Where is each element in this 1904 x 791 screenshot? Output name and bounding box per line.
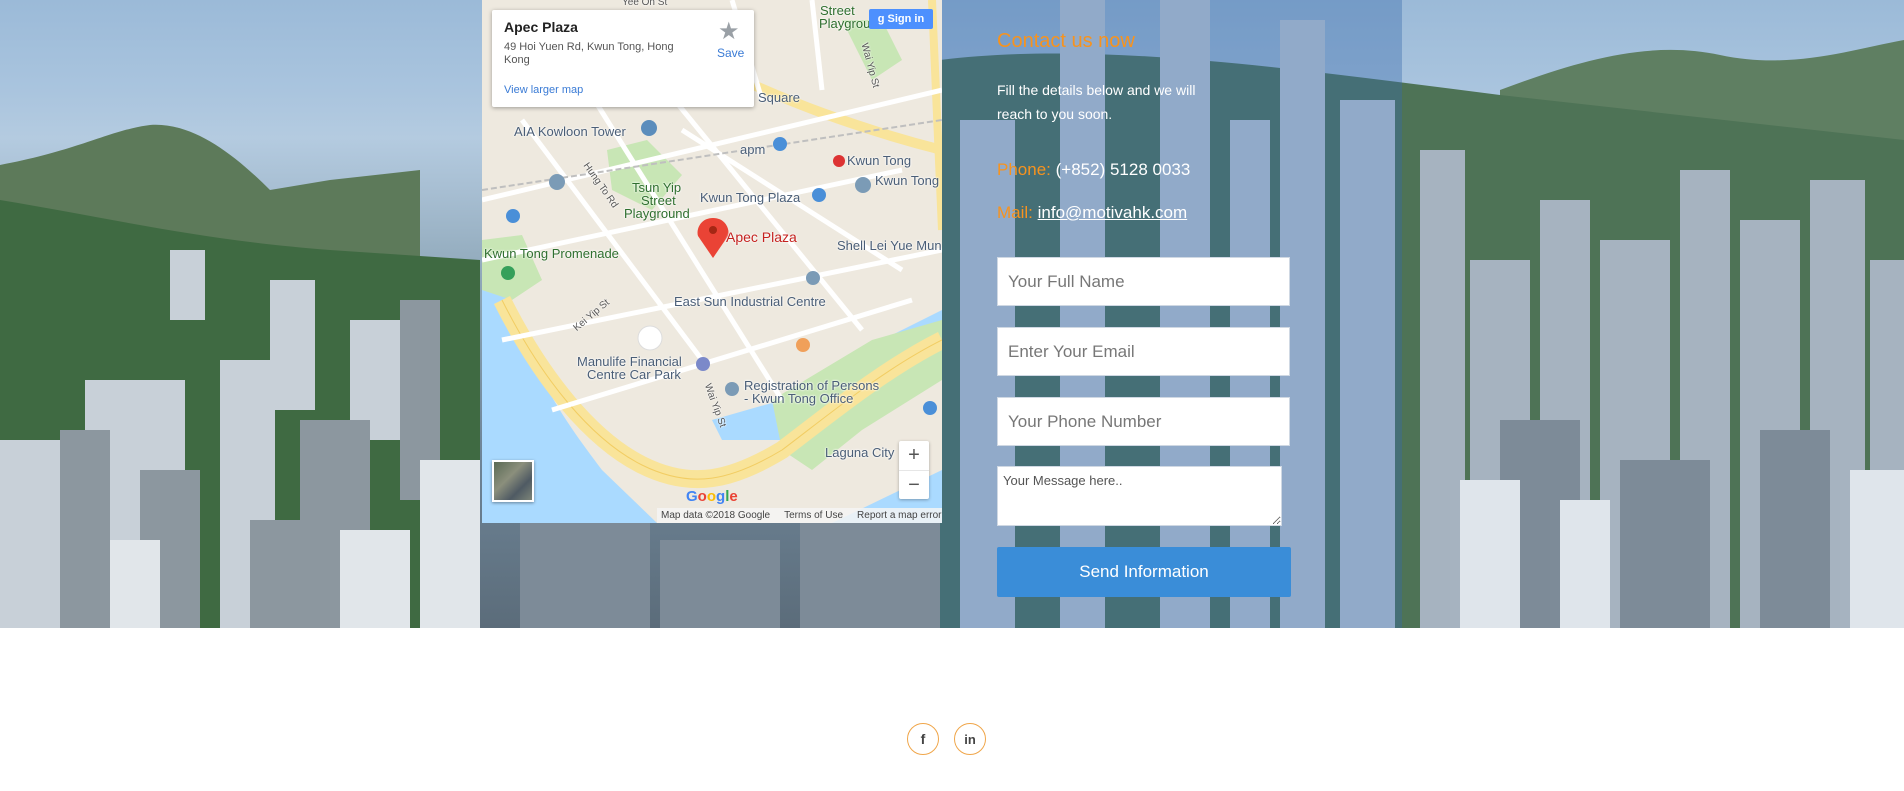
map-label-kwun-tong-station: Kwun Tong [847,153,912,168]
star-icon[interactable]: ★ [718,20,740,44]
mail-label: Mail: [997,203,1033,222]
place-name: Apec Plaza [504,19,578,35]
map-label-tsun-yip-3: Playground [624,206,690,221]
phone-label: Phone: [997,160,1051,179]
email-input[interactable] [997,327,1290,376]
map-label-kwun-tong-industrial: Kwun Tong Industrial Ce [875,173,942,188]
map-label-shell: Shell Lei Yue Mun [837,238,942,253]
map-label-apm: apm [740,142,766,157]
phone-value: (+852) 5128 0033 [1055,160,1191,179]
map-data-text: Map data ©2018 Google [661,510,771,521]
map-attribution-bar: Map data ©2018 Google Terms of Use Repor… [657,508,942,523]
facebook-icon[interactable]: f [907,723,939,755]
linkedin-icon[interactable]: in [954,723,986,755]
view-larger-map-link[interactable]: View larger map [504,84,583,96]
sign-in-button[interactable]: g Sign in [869,9,933,29]
send-information-button[interactable]: Send Information [997,547,1291,597]
sign-in-label: Sign in [887,13,925,25]
map-label-promenade: Kwun Tong Promenade [484,246,619,261]
contact-subtitle: Fill the details below and we will reach… [997,82,1196,122]
zoom-in-button[interactable]: + [899,441,929,471]
map-label-registration-2: - Kwun Tong Office [744,391,854,406]
map-label-apec-plaza-pin: Apec Plaza [726,229,797,245]
satellite-toggle-thumbnail[interactable] [492,460,534,502]
map-label-kwun-tong-plaza: Kwun Tong Plaza [700,190,801,205]
map-label-yee-on: Yee On St [622,0,668,8]
contact-title: Contact us now [997,30,1135,52]
google-logo: Google [686,488,738,505]
hero-background [0,0,1904,628]
mail-link[interactable]: info@motivahk.com [1038,203,1188,222]
map-label-east-sun: East Sun Industrial Centre [674,294,826,309]
google-map[interactable]: AIA Kowloon Tower apm Kwun Tong Kwun Ton… [482,0,942,523]
map-label-square: Square [758,90,800,105]
map-label-manulife-2: Centre Car Park [587,367,681,382]
map-label-aia: AIA Kowloon Tower [514,124,626,139]
zoom-controls: + − [899,441,929,499]
message-textarea[interactable] [997,466,1282,526]
place-info-card: Apec Plaza 49 Hoi Yuen Rd, Kwun Tong, Ho… [492,10,754,107]
phone-number-input[interactable] [997,397,1290,446]
google-g-icon: g [877,13,885,25]
place-address: 49 Hoi Yuen Rd, Kwun Tong, Hong Kong [504,41,674,66]
report-map-error-link[interactable]: Report a map error [857,510,941,521]
terms-of-use-link[interactable]: Terms of Use [784,510,843,521]
map-label-laguna: Laguna City [825,445,895,460]
save-place-button[interactable]: Save [717,46,744,60]
full-name-input[interactable] [997,257,1290,306]
zoom-out-button[interactable]: − [899,471,929,500]
phone-line: Phone: (+852) 5128 0033 [997,160,1190,180]
mail-line: Mail: info@motivahk.com [997,203,1187,223]
